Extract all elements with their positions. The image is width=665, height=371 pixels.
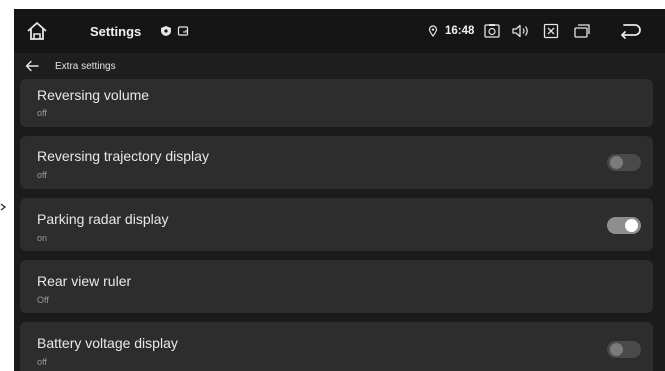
setting-value: off [37, 108, 47, 118]
home-icon[interactable] [26, 9, 48, 53]
close-app-icon[interactable] [543, 9, 559, 53]
edge-pointer-mark [0, 203, 7, 211]
toggle-knob [610, 156, 623, 169]
clock-time: 16:48 [445, 25, 475, 37]
setting-title: Parking radar display [37, 211, 169, 227]
toggle-knob [625, 219, 638, 232]
reversing-trajectory-toggle[interactable] [607, 154, 641, 171]
setting-row-battery-voltage-display[interactable]: Battery voltage display off [20, 322, 653, 371]
setting-row-reversing-volume[interactable]: Reversing volume off [20, 79, 653, 127]
page-title: Extra settings [55, 60, 116, 72]
toggle-knob [610, 343, 623, 356]
screenshot-icon[interactable] [483, 9, 501, 53]
location-icon [428, 9, 438, 53]
app-title: Settings [90, 23, 142, 39]
volume-icon[interactable] [511, 9, 531, 53]
back-arrow-icon[interactable] [25, 53, 39, 79]
setting-value: off [37, 170, 47, 180]
setting-row-parking-radar-display[interactable]: Parking radar display on [20, 198, 653, 251]
parking-radar-toggle[interactable] [607, 217, 641, 234]
sub-header: Extra settings [14, 53, 665, 79]
setting-title: Reversing volume [37, 87, 150, 103]
recent-apps-icon[interactable] [573, 9, 591, 53]
setting-value: Off [37, 295, 49, 305]
battery-voltage-toggle[interactable] [607, 341, 641, 358]
back-icon[interactable] [618, 9, 642, 53]
car-settings-screen: Settings 16:48 Extra settings Reversing … [14, 9, 665, 371]
setting-title: Rear view ruler [37, 273, 132, 289]
setting-value: off [37, 357, 47, 367]
setting-title: Battery voltage display [37, 335, 178, 351]
setting-value: on [37, 233, 48, 243]
setting-title: Reversing trajectory display [37, 148, 209, 164]
status-bar: Settings 16:48 [14, 9, 665, 53]
shield-icon [160, 9, 172, 53]
setting-row-rear-view-ruler[interactable]: Rear view ruler Off [20, 260, 653, 313]
setting-row-reversing-trajectory-display[interactable]: Reversing trajectory display off [20, 136, 653, 189]
cast-icon [177, 9, 189, 53]
